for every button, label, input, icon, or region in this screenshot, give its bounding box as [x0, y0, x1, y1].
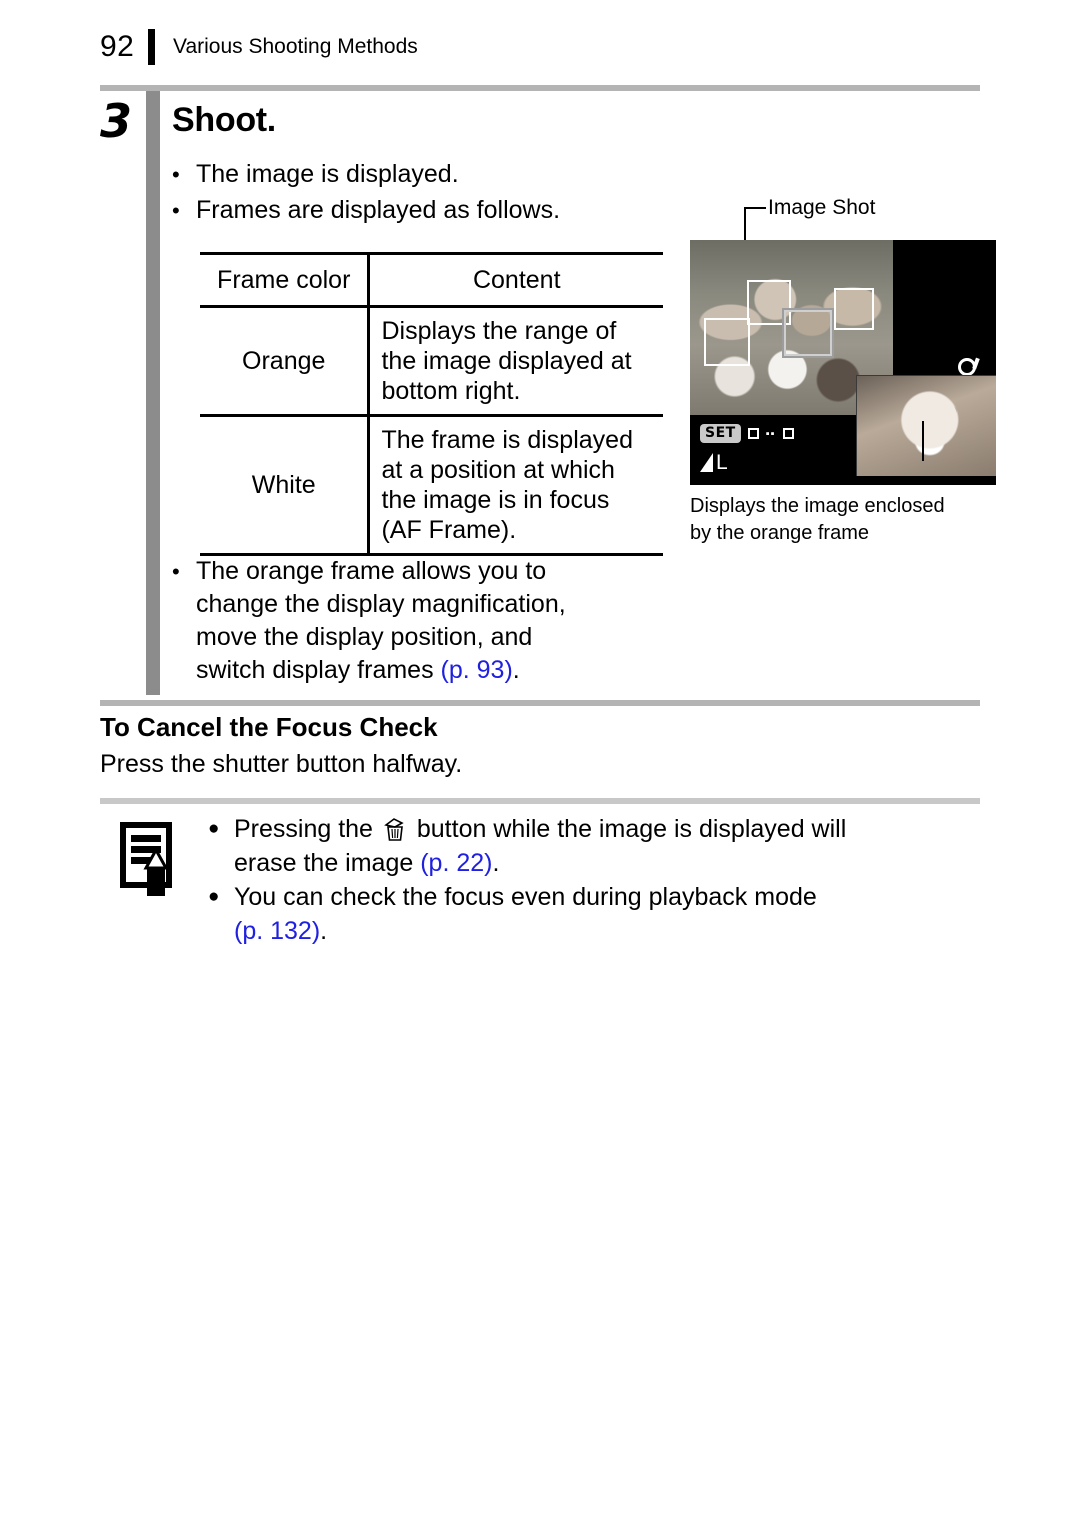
section-body-cancel-focus-check: Press the shutter button halfway. — [100, 750, 463, 778]
cell-frame-color: Orange — [200, 306, 371, 417]
bullet-line: move the display position, and — [196, 623, 533, 651]
frame-square-icon — [747, 428, 759, 439]
step-bullet-list: • The image is displayed. • Frames are d… — [172, 158, 672, 230]
af-frame-white — [704, 318, 750, 366]
section-heading-cancel-focus-check: To Cancel the Focus Check — [100, 712, 438, 742]
column-header-content: Content — [368, 252, 663, 308]
cell-line: The frame is displayed — [381, 426, 633, 454]
bullet-text: The image is displayed. — [196, 160, 459, 188]
list-item: • Frames are displayed as follows. — [172, 194, 672, 227]
note-list: ● Pressing the button while the image is… — [208, 812, 968, 948]
af-frame-orange — [782, 308, 834, 358]
page-header: 92 Various Shooting Methods — [100, 26, 418, 68]
cell-line: Displays the range of — [381, 317, 617, 345]
cell-line: the image displayed at — [381, 347, 632, 375]
set-button-chip: SET — [700, 424, 741, 443]
step-accent-bar — [146, 91, 160, 695]
rule-middle — [100, 700, 980, 706]
list-item: ● Pressing the button while the image is… — [208, 812, 968, 880]
bullet-line: change the display magnification, — [196, 590, 566, 618]
note-line-period: . — [320, 917, 328, 945]
lcd-figure: Image Shot SET ▪▪ L — [690, 196, 996, 485]
bullet-line-period: . — [512, 656, 520, 684]
cell-content: Displays the range of the image displaye… — [368, 306, 663, 417]
frame-color-table: Frame color Content Orange Displays the … — [200, 252, 663, 556]
list-item: • The image is displayed. — [172, 158, 672, 191]
camera-lcd-screen: SET ▪▪ L — [690, 240, 996, 485]
enlarged-face-inset — [856, 375, 996, 476]
caption-leader-line — [922, 421, 924, 461]
cell-line: bottom right. — [381, 377, 521, 405]
header-title: Various Shooting Methods — [173, 35, 418, 58]
cell-frame-color: White — [200, 415, 371, 556]
note-line-text: erase the image — [234, 849, 421, 877]
image-shot-callout: Image Shot — [690, 196, 996, 283]
bullet-marker: • — [172, 559, 180, 584]
fine-quality-icon — [700, 453, 713, 472]
image-quality-indicator: L — [700, 451, 728, 474]
caption-line: Displays the image enclosed — [690, 495, 945, 517]
list-item: ● You can check the focus even during pl… — [208, 880, 968, 948]
column-header-frame-color: Frame color — [200, 252, 371, 308]
bullet-marker: ● — [208, 886, 220, 907]
note-line: You can check the focus even during play… — [234, 883, 817, 911]
page-reference-link[interactable]: (p. 22) — [420, 849, 492, 877]
page-number: 92 — [100, 30, 135, 63]
table-row: Orange Displays the range of the image d… — [200, 306, 663, 417]
step-number: 3 — [100, 94, 133, 148]
note-text: Pressing the button while the image is d… — [234, 812, 968, 880]
bullet-line: switch display frames (p. 93). — [196, 654, 672, 687]
rule-note — [100, 798, 980, 804]
note-line: erase the image (p. 22). — [234, 846, 968, 880]
list-item: • The orange frame allows you to change … — [172, 555, 672, 687]
note-line-period: . — [492, 849, 500, 877]
image-size-letter: L — [716, 451, 728, 474]
bullet-text: Frames are displayed as follows. — [196, 196, 561, 224]
rule-top — [100, 85, 980, 91]
set-switch-indicator: SET ▪▪ — [700, 424, 794, 443]
page-reference-link[interactable]: (p. 93) — [441, 656, 513, 684]
bullet-marker: • — [172, 162, 180, 187]
note-line: (p. 132). — [234, 914, 968, 948]
note-line-pre: Pressing the — [234, 815, 380, 843]
figure-caption: Displays the image enclosed by the orang… — [690, 493, 1010, 547]
cell-line: (AF Frame). — [381, 516, 517, 544]
magnifier-handle — [972, 357, 980, 370]
header-divider-bar — [148, 29, 155, 65]
orange-frame-bullet: • The orange frame allows you to change … — [172, 555, 672, 690]
bullet-marker: • — [172, 198, 180, 223]
bullet-text: The orange frame allows you to change th… — [196, 555, 672, 687]
erase-trash-icon — [382, 817, 408, 841]
note-line-post: button while the image is displayed will — [409, 815, 847, 843]
cell-content: The frame is displayed at a position at … — [368, 415, 663, 556]
switch-arrow-icon: ▪▪ — [765, 427, 776, 440]
frame-square-icon — [782, 428, 794, 439]
step-title: Shoot. — [172, 101, 276, 139]
bullet-line-text: switch display frames — [196, 656, 441, 684]
cell-line: at a position at which — [381, 456, 615, 484]
bullet-marker: ● — [208, 818, 220, 839]
callout-leader-horizontal — [744, 207, 766, 209]
callout-label: Image Shot — [768, 196, 876, 219]
af-frame-white — [834, 288, 874, 330]
table-header-row: Frame color Content — [200, 252, 663, 308]
page-reference-link[interactable]: (p. 132) — [234, 917, 320, 945]
bullet-line: The orange frame allows you to — [196, 557, 547, 585]
cell-line: the image is in focus — [381, 486, 610, 514]
note-pencil-icon — [118, 820, 180, 898]
note-text: You can check the focus even during play… — [234, 880, 968, 948]
caption-line: by the orange frame — [690, 522, 869, 544]
table-row: White The frame is displayed at a positi… — [200, 415, 663, 556]
